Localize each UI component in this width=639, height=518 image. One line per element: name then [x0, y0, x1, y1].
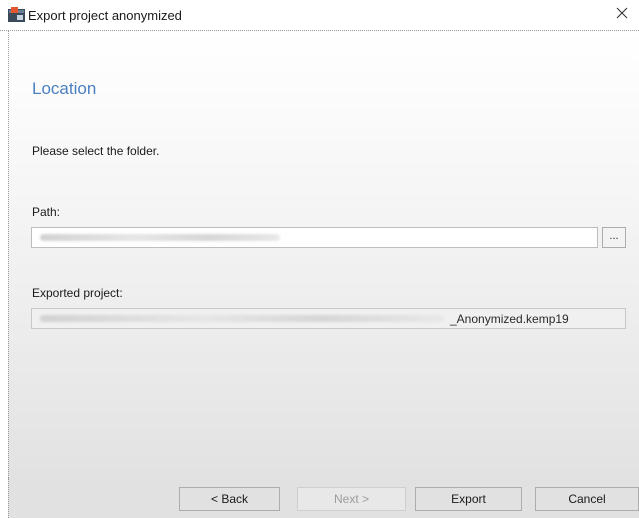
- close-button[interactable]: [605, 0, 639, 30]
- wizard-footer: < Back Next > Export Cancel: [8, 478, 639, 518]
- app-icon: [8, 7, 25, 22]
- redacted-path-text: [40, 234, 280, 241]
- path-input[interactable]: [31, 227, 598, 248]
- browse-button[interactable]: ...: [602, 227, 626, 248]
- page-heading: Location: [32, 79, 97, 98]
- back-button[interactable]: < Back: [179, 487, 280, 511]
- window-title: Export project anonymized: [28, 8, 182, 23]
- exported-project-field: _Anonymized.kemp19: [31, 308, 626, 329]
- instruction-text: Please select the folder.: [32, 144, 160, 158]
- title-bar: Export project anonymized: [0, 0, 639, 31]
- path-label: Path:: [32, 205, 61, 219]
- exported-filename-suffix: _Anonymized.kemp19: [450, 312, 569, 326]
- next-button[interactable]: Next >: [297, 487, 406, 511]
- export-dialog: Export project anonymized Location Pleas…: [0, 0, 639, 518]
- cancel-button[interactable]: Cancel: [535, 487, 639, 511]
- export-button[interactable]: Export: [415, 487, 522, 511]
- close-icon: [616, 6, 628, 24]
- exported-project-label: Exported project:: [32, 286, 123, 300]
- wizard-content: Location Please select the folder. Path:…: [8, 31, 639, 478]
- redacted-export-path-text: [40, 315, 444, 322]
